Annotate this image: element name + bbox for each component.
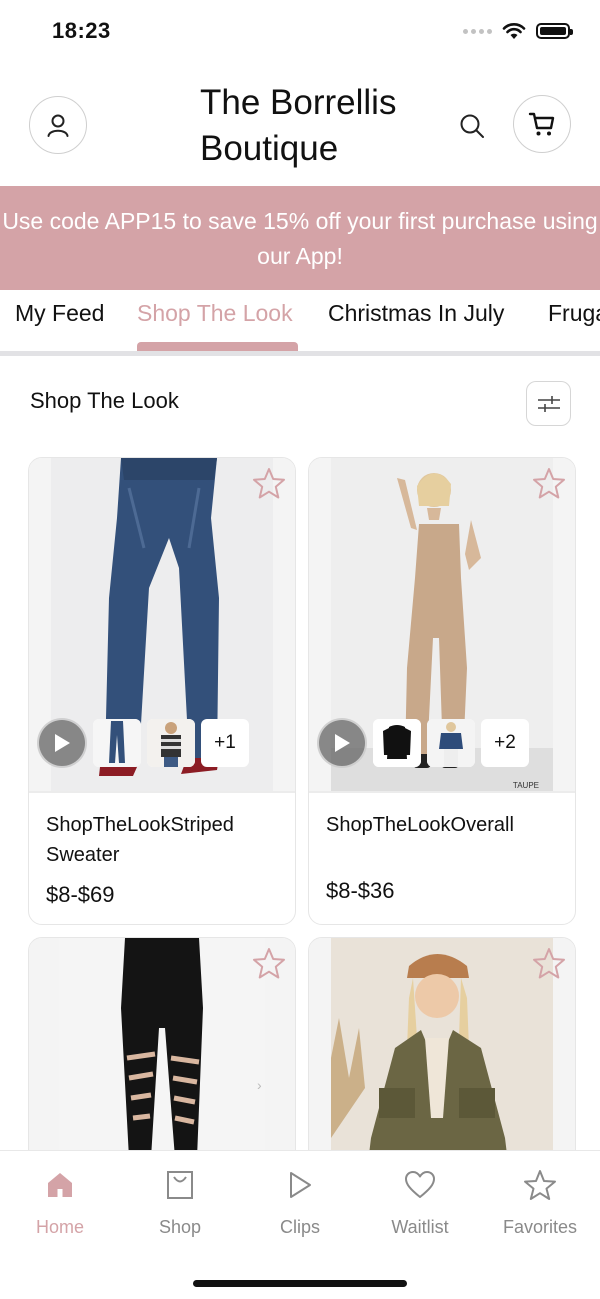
look-thumbnail[interactable] xyxy=(427,719,475,767)
app-header: The Borrellis Boutique xyxy=(0,66,600,186)
tab-shop-the-look[interactable]: Shop The Look xyxy=(137,300,293,327)
nav-favorites[interactable]: Favorites xyxy=(480,1167,600,1238)
tab-christmas-in-july[interactable]: Christmas In July xyxy=(328,300,504,327)
product-price: $8-$69 xyxy=(46,882,115,907)
nav-shop[interactable]: Shop xyxy=(120,1167,240,1238)
product-image[interactable]: +1 xyxy=(29,458,295,791)
play-video-button[interactable] xyxy=(317,718,367,768)
tab-my-feed[interactable]: My Feed xyxy=(15,300,104,327)
product-card[interactable]: TAUPE +2 ShopTheLookOverall $8-$36 xyxy=(308,457,576,925)
bottom-nav: Home Shop Clips Waitlist Favorites xyxy=(0,1150,600,1299)
bag-icon xyxy=(167,1171,193,1199)
nav-label: Favorites xyxy=(502,1217,578,1237)
home-icon xyxy=(48,1173,72,1197)
sliders-icon xyxy=(537,395,560,412)
filter-button[interactable] xyxy=(526,381,571,426)
cart-icon xyxy=(528,112,555,136)
profile-button[interactable] xyxy=(29,96,87,154)
nav-label: Clips xyxy=(279,1217,320,1237)
svg-text:›: › xyxy=(257,1077,262,1093)
star-icon xyxy=(524,1170,556,1200)
search-button[interactable] xyxy=(452,106,492,146)
search-icon xyxy=(460,114,484,138)
nav-label: Home xyxy=(35,1217,84,1237)
media-row: +2 xyxy=(317,718,529,768)
play-icon xyxy=(55,734,70,752)
image-label: TAUPE xyxy=(513,781,539,790)
heart-icon xyxy=(405,1171,435,1198)
favorite-star-icon[interactable] xyxy=(251,946,287,982)
status-icons xyxy=(463,22,573,40)
look-thumbnail[interactable] xyxy=(93,719,141,767)
play-video-button[interactable] xyxy=(37,718,87,768)
home-indicator xyxy=(193,1280,407,1287)
wifi-icon xyxy=(502,23,526,39)
product-name[interactable]: ShopTheLookOverall xyxy=(326,810,566,840)
favorite-star-icon[interactable] xyxy=(531,946,567,982)
nav-home[interactable]: Home xyxy=(0,1167,120,1238)
product-card[interactable]: +1 ShopTheLookStriped Sweater $8-$69 xyxy=(28,457,296,925)
more-items-badge[interactable]: +1 xyxy=(201,719,249,767)
favorite-star-icon[interactable] xyxy=(251,466,287,502)
look-thumbnail[interactable] xyxy=(147,719,195,767)
look-thumbnail[interactable] xyxy=(373,719,421,767)
product-price: $8-$36 xyxy=(326,878,395,903)
user-icon xyxy=(47,114,69,137)
favorite-star-icon[interactable] xyxy=(531,466,567,502)
more-items-badge[interactable]: +2 xyxy=(481,719,529,767)
status-bar: 18:23 xyxy=(0,0,600,66)
media-row: +1 xyxy=(37,718,249,768)
tab-frugal[interactable]: Frugal xyxy=(548,300,600,327)
nav-label: Waitlist xyxy=(391,1217,449,1237)
product-name[interactable]: ShopTheLookStriped Sweater xyxy=(46,810,286,870)
battery-icon xyxy=(536,23,573,39)
active-tab-indicator xyxy=(137,342,298,351)
cart-button[interactable] xyxy=(513,95,571,153)
nav-label: Shop xyxy=(158,1217,202,1237)
signal-icon xyxy=(463,28,492,34)
status-time: 18:23 xyxy=(52,18,111,43)
play-icon xyxy=(335,734,350,752)
promo-banner[interactable]: Use code APP15 to save 15% off your firs… xyxy=(0,186,600,290)
category-tabs: My Feed Shop The Look Christmas In July … xyxy=(0,290,600,356)
section-title: Shop The Look xyxy=(30,388,179,413)
brand-title: The Borrellis Boutique xyxy=(200,83,397,168)
product-image[interactable]: TAUPE +2 xyxy=(309,458,575,791)
nav-clips[interactable]: Clips xyxy=(240,1167,360,1238)
nav-waitlist[interactable]: Waitlist xyxy=(360,1167,480,1238)
play-icon xyxy=(290,1172,311,1198)
